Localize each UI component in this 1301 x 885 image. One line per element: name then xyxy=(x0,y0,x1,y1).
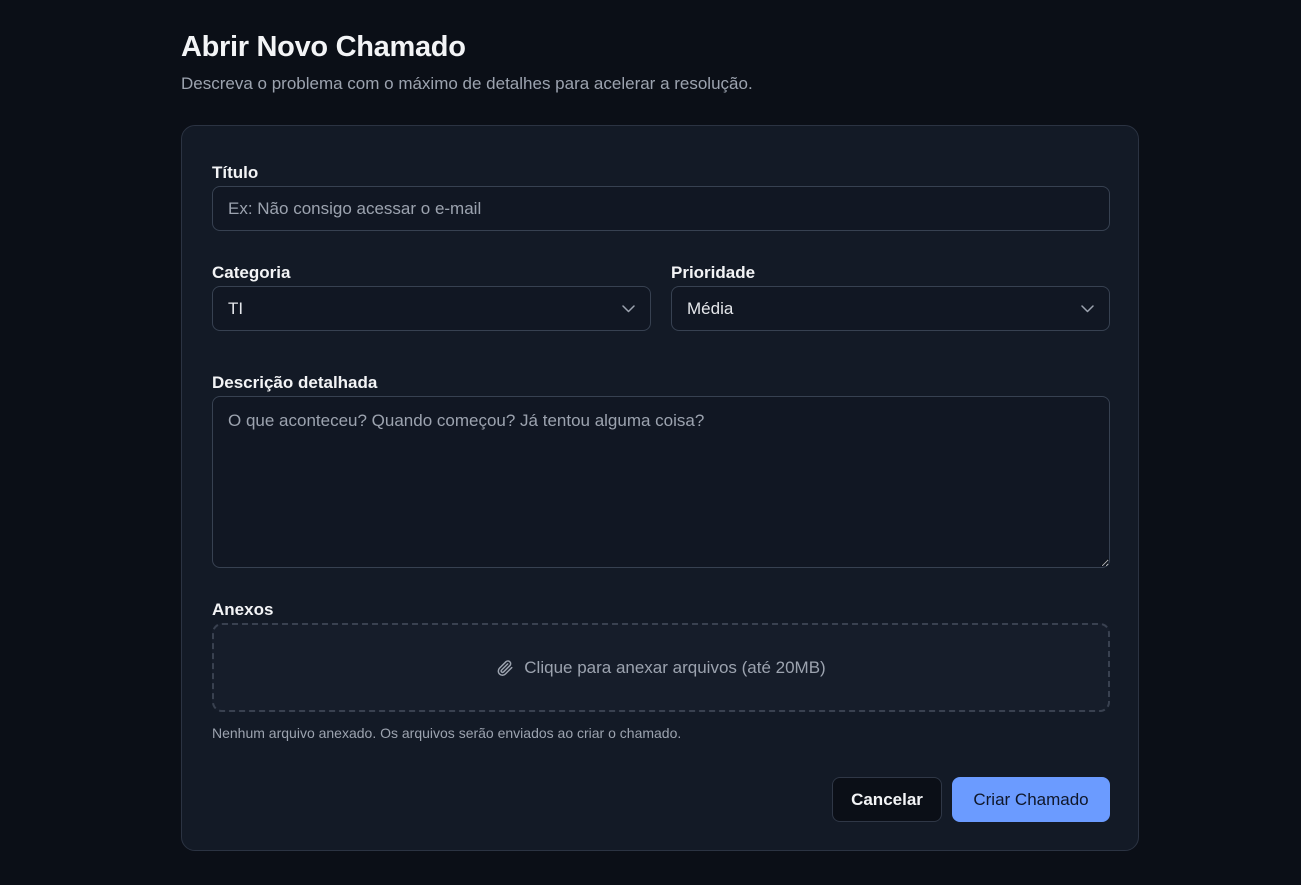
title-input[interactable] xyxy=(212,186,1110,231)
cancel-button[interactable]: Cancelar xyxy=(832,777,942,822)
priority-selected-value: Média xyxy=(687,298,734,318)
title-label: Título xyxy=(212,163,259,182)
dropzone-text: Clique para anexar arquivos (até 20MB) xyxy=(524,657,826,677)
chevron-down-icon xyxy=(621,302,635,316)
attachments-hint: Nenhum arquivo anexado. Os arquivos serã… xyxy=(212,725,682,741)
page-title: Abrir Novo Chamado xyxy=(181,31,466,63)
description-label: Descrição detalhada xyxy=(212,373,378,392)
chevron-down-icon xyxy=(1080,302,1094,316)
description-textarea[interactable] xyxy=(212,396,1110,568)
category-selected-value: TI xyxy=(228,298,244,318)
attachments-label: Anexos xyxy=(212,600,274,619)
new-ticket-form: Título Categoria TI Prioridade Média Des… xyxy=(181,125,1139,851)
page-subtitle: Descreva o problema com o máximo de deta… xyxy=(181,74,753,93)
attachments-dropzone[interactable]: Clique para anexar arquivos (até 20MB) xyxy=(212,623,1110,712)
create-ticket-button[interactable]: Criar Chamado xyxy=(952,777,1110,822)
priority-label: Prioridade xyxy=(671,263,756,282)
priority-select[interactable]: Média xyxy=(671,286,1110,331)
new-ticket-page: Abrir Novo Chamado Descreva o problema c… xyxy=(181,30,1141,851)
category-select[interactable]: TI xyxy=(212,286,651,331)
category-label: Categoria xyxy=(212,263,291,282)
paperclip-icon xyxy=(496,658,514,678)
